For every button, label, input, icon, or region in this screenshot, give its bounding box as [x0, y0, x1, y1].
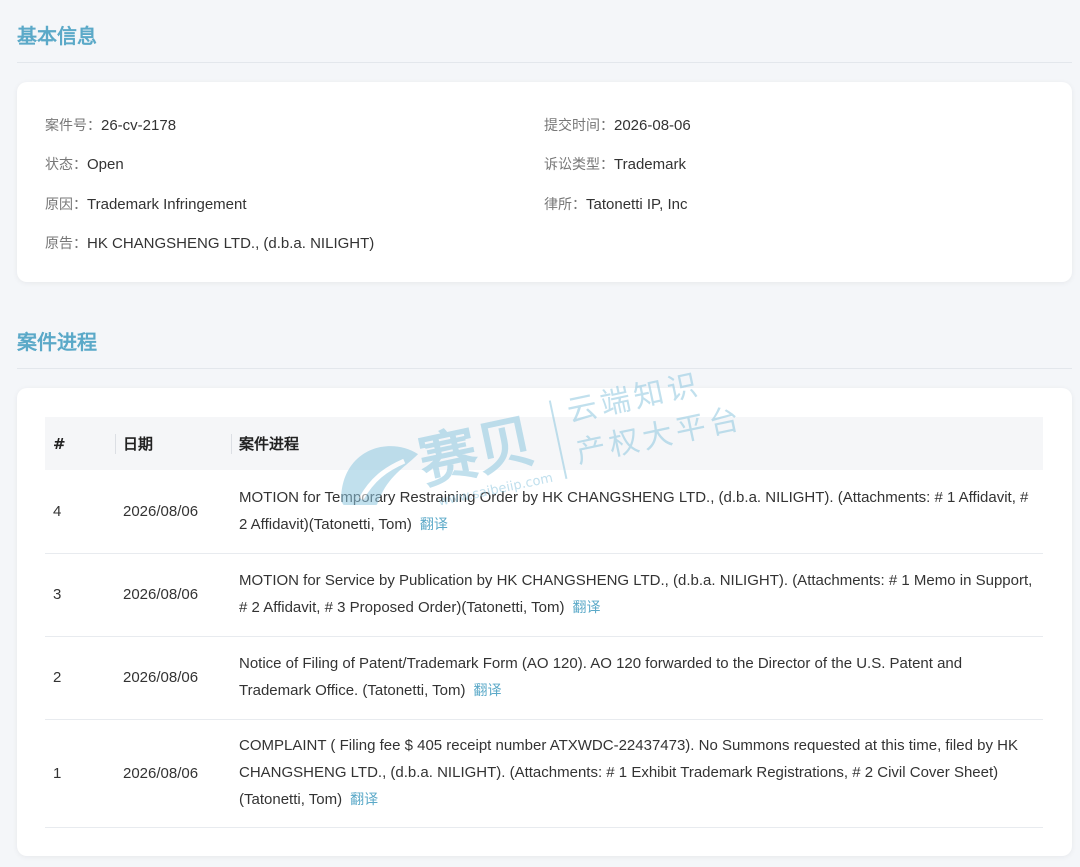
header-desc: 案件进程: [231, 417, 1043, 470]
case-number-label: 案件号：: [45, 118, 101, 134]
status-value: Open: [87, 156, 124, 173]
progress-table: # 日期 案件进程 4 2026/08/06 MOTION for Tempor…: [45, 417, 1043, 828]
table-row: 2 2026/08/06 Notice of Filing of Patent/…: [45, 636, 1043, 720]
law-firm-field: 律所：Tatonetti IP, Inc: [544, 194, 687, 214]
row-num: 2: [45, 636, 115, 720]
row-num: 3: [45, 553, 115, 637]
row-desc: MOTION for Temporary Restraining Order b…: [239, 488, 1029, 533]
status-label: 状态：: [45, 157, 87, 173]
filed-date-label: 提交时间：: [544, 118, 614, 134]
progress-divider: [17, 368, 1072, 369]
filed-date-value: 2026-08-06: [614, 117, 691, 134]
table-header-row: # 日期 案件进程: [45, 417, 1043, 470]
law-firm-label: 律所：: [544, 197, 586, 213]
case-type-value: Trademark: [614, 156, 686, 173]
cause-value: Trademark Infringement: [87, 196, 247, 213]
basic-info-divider: [17, 62, 1072, 63]
row-desc-cell: MOTION for Temporary Restraining Order b…: [231, 470, 1043, 554]
translate-link[interactable]: 翻译: [572, 600, 600, 616]
row-desc-cell: MOTION for Service by Publication by HK …: [231, 553, 1043, 637]
translate-link[interactable]: 翻译: [350, 792, 378, 808]
header-date: 日期: [115, 417, 231, 470]
plaintiff-field: 原告：HK CHANGSHENG LTD., (d.b.a. NILIGHT): [45, 233, 374, 253]
table-row: 3 2026/08/06 MOTION for Service by Publi…: [45, 553, 1043, 637]
translate-link[interactable]: 翻译: [473, 683, 501, 699]
table-row: 1 2026/08/06 COMPLAINT ( Filing fee $ 40…: [45, 719, 1043, 828]
progress-card: # 日期 案件进程 4 2026/08/06 MOTION for Tempor…: [17, 388, 1072, 856]
row-desc: Notice of Filing of Patent/Trademark For…: [239, 655, 963, 699]
plaintiff-label: 原告：: [45, 236, 87, 252]
header-num: #: [53, 434, 66, 453]
case-type-field: 诉讼类型：Trademark: [544, 154, 686, 174]
case-type-label: 诉讼类型：: [544, 157, 614, 173]
row-date: 2026/08/06: [115, 636, 231, 720]
case-number-field: 案件号：26-cv-2178: [45, 115, 176, 135]
filed-date-field: 提交时间：2026-08-06: [544, 115, 691, 135]
progress-title: 案件进程: [17, 330, 97, 354]
row-desc-cell: Notice of Filing of Patent/Trademark For…: [231, 636, 1043, 720]
row-desc-cell: COMPLAINT ( Filing fee $ 405 receipt num…: [231, 719, 1043, 828]
row-date: 2026/08/06: [115, 553, 231, 637]
case-number-value: 26-cv-2178: [101, 117, 177, 134]
translate-link[interactable]: 翻译: [420, 517, 448, 533]
row-date: 2026/08/06: [115, 719, 231, 828]
basic-info-card: 案件号：26-cv-2178 提交时间：2026-08-06 状态：Open 诉…: [17, 82, 1072, 282]
cause-field: 原因：Trademark Infringement: [45, 194, 247, 214]
row-num: 4: [45, 470, 115, 554]
plaintiff-value: HK CHANGSHENG LTD., (d.b.a. NILIGHT): [87, 235, 375, 252]
status-field: 状态：Open: [45, 154, 124, 174]
row-num: 1: [45, 719, 115, 828]
law-firm-value: Tatonetti IP, Inc: [586, 196, 688, 213]
basic-info-title: 基本信息: [17, 24, 97, 48]
table-row: 4 2026/08/06 MOTION for Temporary Restra…: [45, 470, 1043, 554]
row-desc: MOTION for Service by Publication by HK …: [239, 572, 1033, 616]
cause-label: 原因：: [45, 197, 87, 213]
row-date: 2026/08/06: [115, 470, 231, 554]
